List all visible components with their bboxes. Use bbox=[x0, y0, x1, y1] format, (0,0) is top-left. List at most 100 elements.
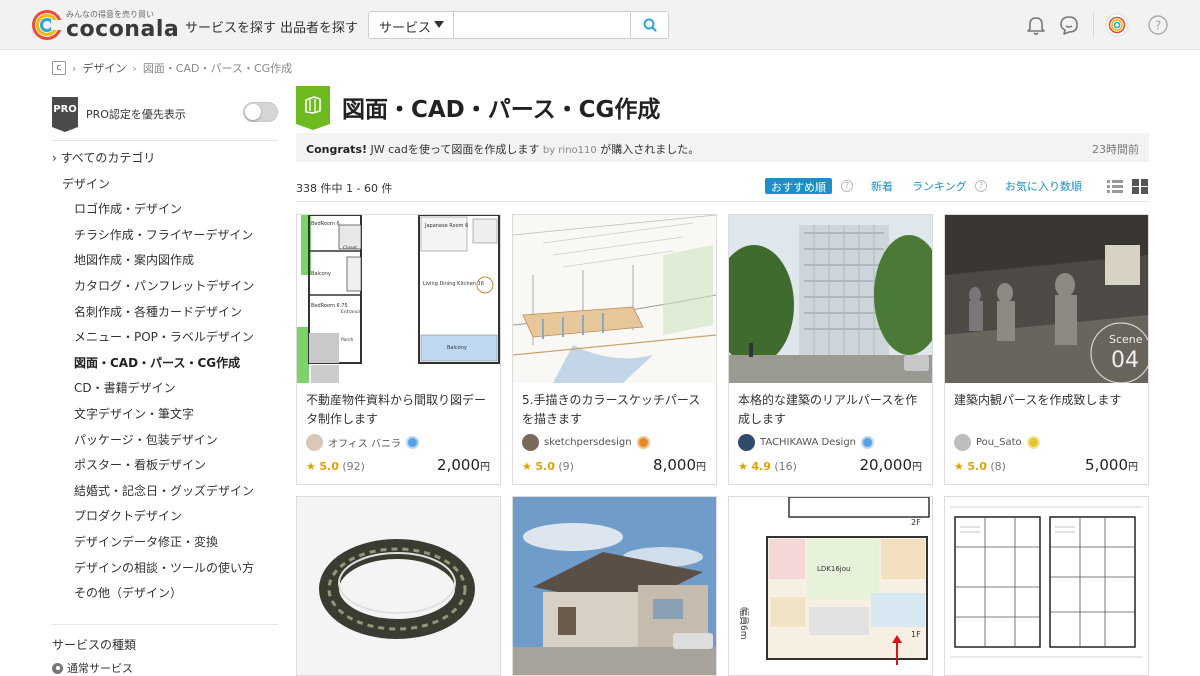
sketch-thumbnail bbox=[513, 215, 716, 383]
sidebar-item-all-categories[interactable]: › すべてのカテゴリ bbox=[52, 148, 278, 174]
search-input[interactable] bbox=[455, 12, 631, 38]
sidebar-item-poster[interactable]: ポスター・看板デザイン bbox=[52, 455, 278, 481]
review-count: (16) bbox=[774, 460, 797, 473]
seller-info[interactable]: TACHIKAWA Design bbox=[738, 434, 875, 451]
coconala-logo-icon bbox=[32, 10, 62, 40]
sidebar-item-package[interactable]: パッケージ・包装デザイン bbox=[52, 430, 278, 456]
floor-label: 2F bbox=[911, 518, 921, 527]
service-card[interactable]: 2F LDK16jou 幅員6m 1F bbox=[728, 496, 933, 676]
purchase-notification: Congrats! JW cadを使って図面を作成します by rino110 … bbox=[296, 133, 1149, 162]
service-card[interactable] bbox=[944, 496, 1149, 676]
service-card[interactable] bbox=[512, 496, 717, 676]
breadcrumb-separator: › bbox=[132, 61, 137, 75]
sidebar-item-consulting[interactable]: デザインの相談・ツールの使い方 bbox=[52, 558, 278, 584]
congrats-service-link[interactable]: JW cadを使って図面を作成します bbox=[367, 143, 543, 156]
service-card[interactable]: BedRoom 6 Closet Balcony BedRoom 6.75 En… bbox=[296, 214, 501, 485]
nav-find-sellers[interactable]: 出品者を探す bbox=[280, 17, 358, 36]
coconala-logo[interactable]: みんなの得意を売り買い coconala bbox=[32, 8, 179, 42]
sidebar-item-lettering[interactable]: 文字デザイン・筆文字 bbox=[52, 404, 278, 430]
list-view-icon[interactable] bbox=[1107, 179, 1123, 194]
sort-bar-divider bbox=[296, 201, 1149, 202]
sidebar-item-business-card[interactable]: 名刺作成・各種カードデザイン bbox=[52, 302, 278, 328]
rank-badge-icon bbox=[636, 436, 650, 449]
price-unit: 円 bbox=[1128, 462, 1138, 473]
help-icon[interactable]: ? bbox=[1146, 13, 1170, 37]
sidebar-item-product[interactable]: プロダクトデザイン bbox=[52, 506, 278, 532]
room-label: Japanese Room 6 bbox=[424, 223, 468, 229]
header-divider bbox=[1093, 12, 1094, 38]
category-list: › すべてのカテゴリ デザイン ロゴ作成・デザイン チラシ作成・フライヤーデザイ… bbox=[52, 148, 278, 609]
congrats-suffix: が購入されました。 bbox=[596, 143, 700, 156]
review-count: (9) bbox=[558, 460, 574, 473]
price: 5,000円 bbox=[1085, 456, 1138, 474]
service-card[interactable]: 本格的な建築のリアルパースを作成します TACHIKAWA Design ★ 4… bbox=[728, 214, 933, 485]
sort-ranking[interactable]: ランキング bbox=[912, 178, 967, 194]
cad-drawing-thumbnail bbox=[945, 497, 1148, 675]
room-label: Entrance bbox=[341, 309, 361, 315]
color-floor-plan-thumbnail: 2F LDK16jou 幅員6m 1F bbox=[729, 497, 932, 675]
price: 8,000円 bbox=[653, 456, 706, 474]
sidebar-item-data-fix[interactable]: デザインデータ修正・変換 bbox=[52, 532, 278, 558]
pro-filter-toggle[interactable] bbox=[243, 102, 278, 122]
sidebar-item-catalog[interactable]: カタログ・パンフレットデザイン bbox=[52, 276, 278, 302]
ldk-label: LDK16jou bbox=[817, 565, 850, 573]
sort-favorites[interactable]: お気に入り数順 bbox=[1005, 178, 1082, 194]
design-category-icon bbox=[305, 96, 321, 114]
sort-recommended[interactable]: おすすめ順 bbox=[765, 178, 832, 194]
seller-info[interactable]: Pou_Sato bbox=[954, 434, 1040, 451]
room-label: Closet bbox=[343, 245, 357, 251]
star-icon: ★ bbox=[738, 460, 748, 473]
home-icon[interactable]: c bbox=[52, 61, 66, 75]
sidebar-item-menu-pop[interactable]: メニュー・POP・ラベルデザイン bbox=[52, 327, 278, 353]
search-button[interactable] bbox=[630, 12, 668, 38]
price-value: 5,000 bbox=[1085, 456, 1128, 474]
sidebar-item-cad-active[interactable]: 図面・CAD・パース・CG作成 bbox=[52, 353, 278, 379]
logo-text: coconala bbox=[66, 17, 180, 42]
rating: ★ 4.9 (16) bbox=[738, 460, 797, 473]
sidebar-item-map[interactable]: 地図作成・案内図作成 bbox=[52, 250, 278, 276]
seller-name: オフィス バニラ bbox=[328, 439, 401, 450]
service-title[interactable]: 5.手描きのカラースケッチパースを描きます bbox=[522, 391, 710, 429]
chat-icon[interactable] bbox=[1057, 13, 1081, 37]
sidebar-item-design[interactable]: デザイン bbox=[52, 174, 278, 200]
sidebar-item-wedding[interactable]: 結婚式・記念日・グッズデザイン bbox=[52, 481, 278, 507]
grid-view-icon[interactable] bbox=[1132, 179, 1148, 194]
seller-name: sketchpersdesign bbox=[544, 437, 632, 448]
road-width-label: 幅員6m bbox=[738, 607, 750, 640]
service-card[interactable]: Scene 04 建築内観パースを作成致します Pou_Sato ★ 5.0 (… bbox=[944, 214, 1149, 485]
building-render-thumbnail bbox=[729, 215, 932, 383]
price: 2,000円 bbox=[437, 456, 490, 474]
search-category-select[interactable]: サービス bbox=[369, 12, 454, 38]
service-card[interactable]: 5.手描きのカラースケッチパースを描きます sketchpersdesign ★… bbox=[512, 214, 717, 485]
search-icon bbox=[643, 18, 657, 32]
rating-value: 5.0 bbox=[319, 460, 339, 473]
service-title[interactable]: 建築内観パースを作成致します bbox=[954, 391, 1142, 410]
sidebar-divider bbox=[52, 624, 278, 625]
service-types-heading: サービスの種類 bbox=[52, 638, 137, 652]
seller-info[interactable]: オフィス バニラ bbox=[306, 434, 419, 451]
result-count: 338 件中 1 - 60 件 bbox=[296, 182, 393, 195]
breadcrumb-item-design[interactable]: デザイン bbox=[82, 60, 126, 76]
seller-info[interactable]: sketchpersdesign bbox=[522, 434, 650, 451]
user-avatar-icon[interactable] bbox=[1105, 13, 1129, 37]
service-title[interactable]: 本格的な建築のリアルパースを作成します bbox=[738, 391, 926, 429]
help-icon[interactable]: ? bbox=[975, 180, 987, 192]
avatar bbox=[306, 434, 323, 451]
rank-badge-icon bbox=[861, 436, 875, 449]
help-icon[interactable]: ? bbox=[841, 180, 853, 192]
sidebar-item-logo[interactable]: ロゴ作成・デザイン bbox=[52, 199, 278, 225]
sort-newest[interactable]: 新着 bbox=[871, 178, 893, 194]
sidebar-item-flyer[interactable]: チラシ作成・フライヤーデザイン bbox=[52, 225, 278, 251]
sidebar-item-other[interactable]: その他（デザイン） bbox=[52, 583, 278, 609]
price-unit: 円 bbox=[696, 462, 706, 473]
service-card[interactable] bbox=[296, 496, 501, 676]
price-unit: 円 bbox=[480, 462, 490, 473]
sidebar-item-cd-book[interactable]: CD・書籍デザイン bbox=[52, 378, 278, 404]
nav-find-services[interactable]: サービスを探す bbox=[185, 17, 276, 36]
star-icon: ★ bbox=[522, 460, 532, 473]
bell-icon[interactable] bbox=[1024, 13, 1048, 37]
service-title[interactable]: 不動産物件資料から間取り図データ制作します bbox=[306, 391, 494, 429]
pro-badge: PRO bbox=[52, 97, 78, 132]
scene-number: 04 bbox=[1111, 348, 1139, 373]
room-label: Porch bbox=[341, 337, 354, 343]
